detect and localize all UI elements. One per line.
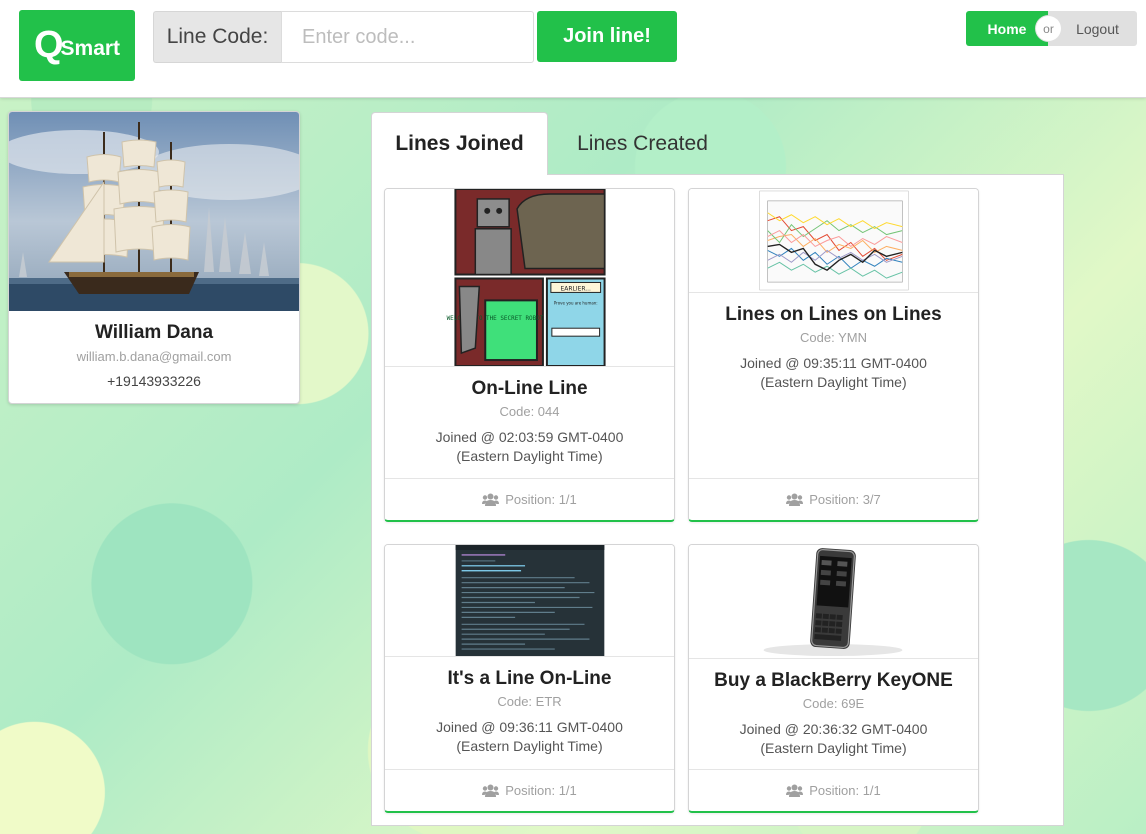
line-position: Position: 1/1 <box>809 783 881 798</box>
line-joined-time: Joined @ 09:35:11 GMT-0400 (Eastern Dayl… <box>740 355 927 390</box>
line-card-online-line[interactable]: WELCOME TO THE SECRET ROBOT INTERNET EAR… <box>384 188 675 522</box>
line-title: It's a Line On-Line <box>447 668 612 689</box>
comic-label-text: EARLIER... <box>561 285 592 292</box>
line-card-line-online[interactable]: It's a Line On-Line Code: ETR Joined @ 0… <box>384 544 675 813</box>
profile-email: william.b.dana@gmail.com <box>76 349 232 364</box>
line-title: Lines on Lines on Lines <box>725 304 942 325</box>
line-position-footer: Position: 1/1 <box>385 769 674 811</box>
users-icon <box>786 784 804 797</box>
line-card-lines-on-lines[interactable]: Lines on Lines on Lines Code: YMN Joined… <box>688 188 979 522</box>
profile-card: William Dana william.b.dana@gmail.com +1… <box>8 111 300 404</box>
line-code-label: Line Code: <box>153 11 281 63</box>
line-code-input[interactable] <box>281 11 534 63</box>
blackberry-phone-image <box>689 545 978 659</box>
line-joined-time: Joined @ 09:36:11 GMT-0400 (Eastern Dayl… <box>436 719 623 754</box>
nav-button-group: Home Logout or <box>966 11 1137 46</box>
line-joined-time: Joined @ 02:03:59 GMT-0400 (Eastern Dayl… <box>435 429 624 464</box>
or-separator: or <box>1036 16 1061 41</box>
logo-text: Smart <box>60 36 121 60</box>
line-code: Code: ETR <box>497 694 562 709</box>
line-code: Code: 044 <box>499 404 560 419</box>
sailing-ship-image <box>9 112 299 311</box>
line-code: Code: 69E <box>802 696 865 711</box>
line-code: Code: YMN <box>800 330 867 345</box>
join-line-button[interactable]: Join line! <box>537 11 677 62</box>
users-icon <box>482 784 500 797</box>
tab-lines-created[interactable]: Lines Created <box>560 112 725 175</box>
line-position-footer: Position: 3/7 <box>689 478 978 520</box>
robot-comic-image: WELCOME TO THE SECRET ROBOT INTERNET EAR… <box>385 189 674 367</box>
qsmart-logo[interactable]: Q Smart <box>19 10 135 81</box>
line-card-blackberry[interactable]: Buy a BlackBerry KeyONE Code: 69E Joined… <box>688 544 979 813</box>
line-position: Position: 1/1 <box>505 492 577 507</box>
line-position-footer: Position: 1/1 <box>689 769 978 811</box>
profile-name: William Dana <box>94 322 214 343</box>
line-position: Position: 1/1 <box>505 783 577 798</box>
profile-phone: +19143933226 <box>107 373 201 389</box>
line-title: On-Line Line <box>471 378 588 399</box>
line-chart-image <box>689 189 978 293</box>
users-icon <box>786 493 804 506</box>
line-position-footer: Position: 1/1 <box>385 478 674 520</box>
tab-lines-joined[interactable]: Lines Joined <box>371 112 548 175</box>
logout-button[interactable]: Logout <box>1048 11 1137 46</box>
top-header: Q Smart Line Code: Join line! Home Logou… <box>0 0 1146 98</box>
logo-q: Q <box>33 24 64 66</box>
line-title: Buy a BlackBerry KeyONE <box>714 670 953 691</box>
code-editor-image <box>385 545 674 657</box>
line-position: Position: 3/7 <box>809 492 881 507</box>
line-joined-time: Joined @ 20:36:32 GMT-0400 (Eastern Dayl… <box>739 721 928 756</box>
users-icon <box>482 493 500 506</box>
comic-prompt-text: Prove you are human: <box>554 300 598 305</box>
